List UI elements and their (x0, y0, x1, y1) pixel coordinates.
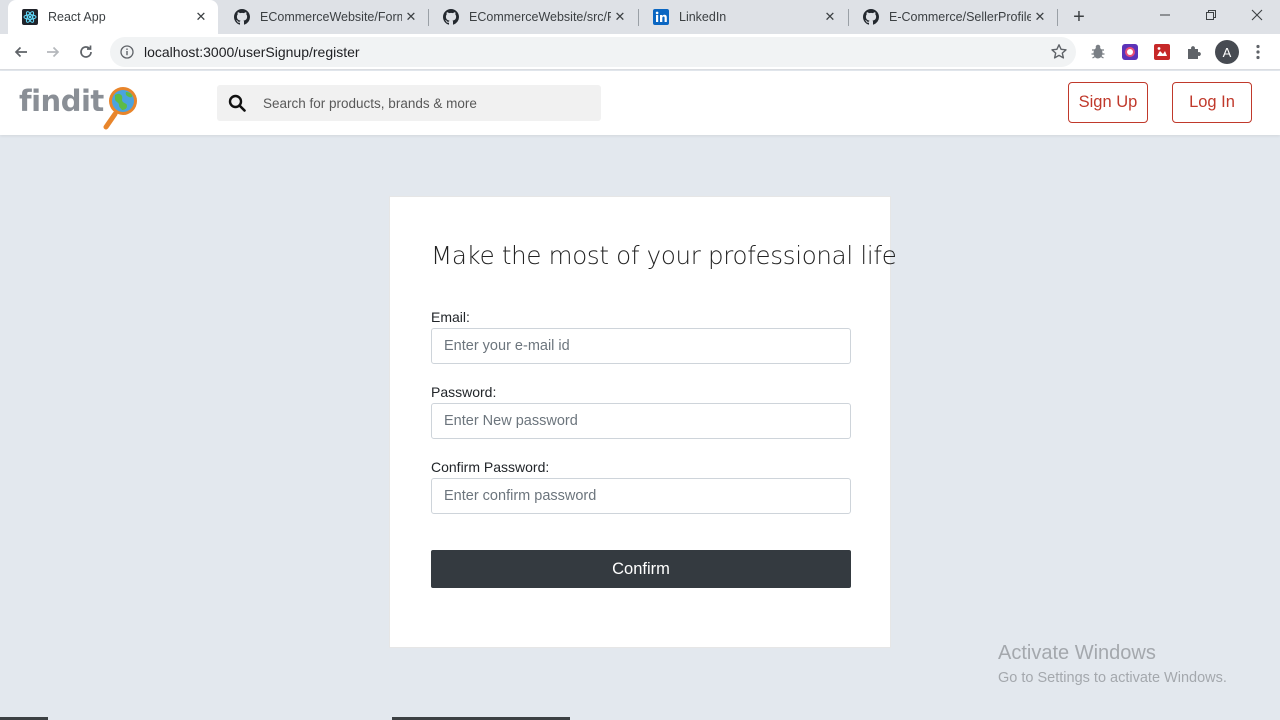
close-tab-icon[interactable]: ✕ (1031, 8, 1049, 26)
site-info-icon[interactable] (120, 45, 134, 59)
findit-logo[interactable]: findit (19, 83, 141, 130)
linkedin-icon (653, 9, 669, 25)
extension-bug-icon[interactable] (1088, 42, 1108, 62)
close-window-button[interactable] (1234, 0, 1280, 30)
close-tab-icon[interactable]: ✕ (402, 8, 420, 26)
tab-github-sellerprofile[interactable]: E-Commerce/SellerProfile.js ✕ (849, 0, 1057, 34)
logo-text: findit (19, 84, 104, 118)
confirm-button[interactable]: Confirm (431, 550, 851, 588)
more-menu-icon[interactable] (1248, 42, 1268, 62)
tab-title: LinkedIn (679, 10, 727, 24)
restore-window-button[interactable] (1188, 0, 1234, 30)
reload-button[interactable] (73, 39, 99, 65)
react-icon (22, 9, 38, 25)
reload-icon (80, 45, 92, 58)
profile-avatar[interactable]: A (1215, 40, 1239, 64)
log-in-button[interactable]: Log In (1172, 82, 1252, 123)
tab-github-src[interactable]: ECommerceWebsite/src/Ro ✕ (429, 0, 637, 34)
tab-title: React App (48, 10, 106, 24)
minimize-icon (1160, 14, 1170, 16)
register-form-card: Make the most of your professional life … (389, 196, 897, 648)
restore-icon (1206, 10, 1216, 20)
bookmark-star-icon[interactable] (1050, 43, 1068, 61)
github-icon (234, 9, 250, 25)
confirm-password-label: Confirm Password: (431, 459, 550, 475)
email-label: Email: (431, 309, 470, 325)
magnifier-globe-icon (103, 87, 137, 130)
forward-arrow-icon (47, 46, 60, 58)
product-search-bar[interactable] (217, 85, 601, 121)
tab-react-app[interactable]: React App ✕ (8, 0, 218, 34)
browser-tab-strip: React App ✕ ECommerceWebsite/Form.js ✕ E… (0, 0, 1280, 34)
tab-title: ECommerceWebsite/Form.js (260, 10, 402, 24)
site-header: findit Sign Up Log In (0, 71, 1280, 135)
new-tab-button[interactable]: + (1068, 6, 1090, 28)
back-button[interactable] (8, 39, 34, 65)
search-icon (228, 94, 246, 112)
watermark-subtitle: Go to Settings to activate Windows. (998, 670, 1227, 686)
close-tab-icon[interactable]: ✕ (611, 8, 629, 26)
forward-button[interactable] (40, 39, 66, 65)
address-bar[interactable]: localhost:3000/userSignup/register (110, 37, 1076, 67)
extension-color-picker-icon[interactable] (1120, 42, 1140, 62)
sign-up-button[interactable]: Sign Up (1068, 82, 1148, 123)
password-label: Password: (431, 384, 497, 400)
tab-github-form[interactable]: ECommerceWebsite/Form.js ✕ (220, 0, 428, 34)
activate-windows-watermark: Activate Windows Go to Settings to activ… (998, 642, 1227, 686)
github-icon (863, 9, 879, 25)
email-field[interactable] (431, 328, 851, 364)
tab-title: ECommerceWebsite/src/Ro (469, 10, 611, 24)
github-icon (443, 9, 459, 25)
extensions-puzzle-icon[interactable] (1184, 42, 1204, 62)
tab-separator (1057, 9, 1058, 26)
watermark-title: Activate Windows (998, 642, 1156, 664)
browser-toolbar: localhost:3000/userSignup/register A (0, 34, 1280, 70)
close-tab-icon[interactable]: ✕ (192, 8, 210, 26)
extension-red-icon[interactable] (1152, 42, 1172, 62)
search-input[interactable] (263, 95, 583, 111)
close-tab-icon[interactable]: ✕ (821, 8, 839, 26)
tab-title: E-Commerce/SellerProfile.js (889, 10, 1031, 24)
url-text[interactable]: localhost:3000/userSignup/register (144, 44, 360, 60)
close-icon (1251, 9, 1263, 21)
password-field[interactable] (431, 403, 851, 439)
confirm-password-field[interactable] (431, 478, 851, 514)
tab-linkedin[interactable]: LinkedIn ✕ (639, 0, 847, 34)
minimize-window-button[interactable] (1142, 0, 1188, 30)
back-arrow-icon (14, 46, 27, 58)
form-title: Make the most of your professional life (431, 241, 897, 270)
